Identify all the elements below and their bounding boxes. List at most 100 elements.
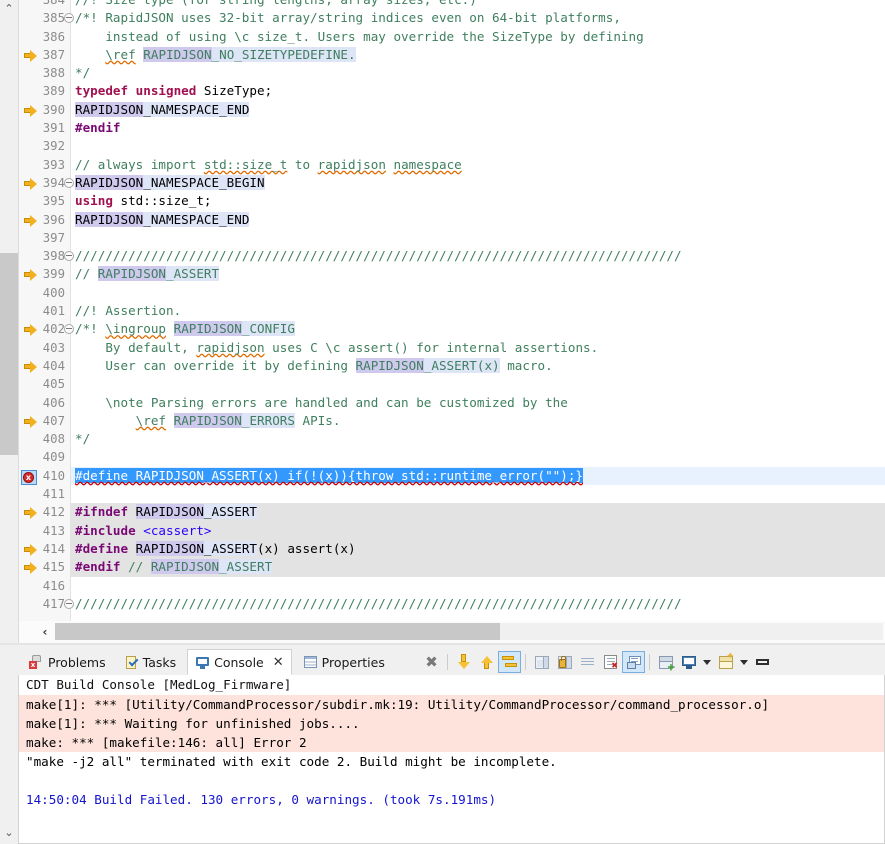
code-line[interactable]: 384 //! Size type (for string lengths, ar… — [19, 0, 885, 9]
line-gutter[interactable]: 386 — [19, 28, 71, 46]
line-gutter[interactable]: 389 — [19, 82, 71, 100]
close-icon[interactable]: ✕ — [273, 655, 284, 670]
line-gutter[interactable]: 384 — [19, 0, 71, 9]
line-gutter[interactable]: 415 — [19, 558, 71, 576]
line-gutter[interactable]: x 410 — [19, 467, 71, 485]
tab-problems[interactable]: Problems — [22, 649, 113, 675]
code-line[interactable]: 394 RAPIDJSON_NAMESPACE_BEGIN — [19, 174, 885, 192]
task-arrow-marker-icon[interactable] — [24, 359, 38, 373]
code-line[interactable]: x 410 #define RAPIDJSON_ASSERT(x) if(!(x))… — [19, 466, 885, 486]
tab-properties[interactable]: Properties — [296, 649, 392, 675]
line-gutter[interactable]: 391 — [19, 119, 71, 137]
new-console-view-button[interactable] — [654, 651, 677, 673]
task-arrow-marker-icon[interactable] — [24, 213, 38, 227]
pin-view-button[interactable] — [714, 651, 737, 673]
hscroll-thumb[interactable] — [55, 623, 500, 640]
line-gutter[interactable]: 409 — [19, 448, 71, 466]
line-gutter[interactable]: 408 — [19, 430, 71, 448]
code-line[interactable]: 393 // always import std::size_t to rapid… — [19, 156, 885, 174]
code-line[interactable]: 407 \ref RAPIDJSON_ERRORS APIs. — [19, 412, 885, 430]
open-console-dropdown[interactable] — [700, 651, 714, 673]
code-line[interactable]: 388 */ — [19, 64, 885, 82]
line-gutter[interactable]: 396 — [19, 211, 71, 229]
fold-toggle-icon[interactable] — [64, 324, 74, 335]
code-line[interactable]: 414 #define RAPIDJSON_ASSERT(x) assert(x) — [19, 539, 885, 559]
code-line[interactable]: 415 #endif // RAPIDJSON_ASSERT — [19, 558, 885, 577]
code-line[interactable]: 408 */ — [19, 430, 885, 448]
code-line[interactable]: 405 — [19, 375, 885, 393]
scroll-left-arrow-icon[interactable]: ‹ — [37, 624, 53, 640]
code-line[interactable]: 386 instead of using \c size_t. Users ma… — [19, 28, 885, 46]
task-arrow-marker-icon[interactable] — [24, 176, 38, 190]
task-arrow-marker-icon[interactable] — [24, 414, 38, 428]
line-gutter[interactable]: 397 — [19, 229, 71, 247]
scroll-up-chevron-icon[interactable]: ⌃ — [2, 2, 16, 16]
scroll-down-chevron-icon[interactable]: ⌄ — [2, 826, 16, 840]
clear-console-button[interactable]: ✖ — [599, 651, 622, 673]
code-line[interactable]: 403 By default, rapidjson uses C \c asse… — [19, 339, 885, 357]
overview-ruler[interactable] — [0, 253, 18, 455]
line-gutter[interactable]: 399 — [19, 265, 71, 283]
code-line[interactable]: 397 — [19, 229, 885, 247]
line-gutter[interactable]: 392 — [19, 137, 71, 155]
code-line[interactable]: 387 \ref RAPIDJSON_NO_SIZETYPEDEFINE. — [19, 46, 885, 64]
pin-view-dropdown[interactable] — [737, 651, 751, 673]
task-arrow-marker-icon[interactable] — [24, 542, 38, 556]
line-gutter[interactable]: 406 — [19, 394, 71, 412]
show-console-on-output-button[interactable] — [530, 651, 553, 673]
line-gutter[interactable]: 387 — [19, 46, 71, 64]
editor-text-area[interactable]: 384 //! Size type (for string lengths, ar… — [18, 0, 885, 621]
line-gutter[interactable]: 416 — [19, 577, 71, 595]
scroll-down-button[interactable] — [452, 651, 475, 673]
code-line[interactable]: 389 typedef unsigned SizeType; — [19, 82, 885, 100]
code-line[interactable]: 402 /*! \ingroup RAPIDJSON_CONFIG — [19, 320, 885, 338]
task-arrow-marker-icon[interactable] — [24, 505, 38, 520]
code-line[interactable]: 416 — [19, 577, 885, 595]
code-line[interactable]: 413 #include <cassert> — [19, 521, 885, 540]
scroll-lock-button[interactable] — [498, 651, 521, 673]
code-line[interactable]: 399 // RAPIDJSON_ASSERT — [19, 265, 885, 283]
code-line[interactable]: 396 RAPIDJSON_NAMESPACE_END — [19, 211, 885, 229]
task-arrow-marker-icon[interactable] — [24, 322, 38, 337]
fold-toggle-icon[interactable] — [64, 13, 74, 24]
line-gutter[interactable]: 414 — [19, 540, 71, 558]
minimize-view-button[interactable] — [751, 651, 774, 673]
code-line[interactable]: 411 — [19, 485, 885, 503]
code-line[interactable]: 404 User can override it by defining RAP… — [19, 357, 885, 375]
line-gutter[interactable]: 400 — [19, 284, 71, 302]
line-gutter[interactable]: 401 — [19, 302, 71, 320]
fold-toggle-icon[interactable] — [64, 177, 74, 188]
code-line[interactable]: 391 #endif — [19, 119, 885, 137]
line-gutter[interactable]: 390 — [19, 101, 71, 119]
line-gutter[interactable]: 411 — [19, 485, 71, 503]
tab-console[interactable]: Console ✕ — [187, 649, 292, 675]
code-line[interactable]: 390 RAPIDJSON_NAMESPACE_END — [19, 101, 885, 119]
error-marker-icon[interactable]: x — [21, 469, 37, 485]
display-selected-console-button[interactable] — [622, 651, 645, 673]
code-line[interactable]: 406 \note Parsing errors are handled and… — [19, 394, 885, 412]
line-gutter[interactable]: 388 — [19, 64, 71, 82]
console-output-area[interactable]: CDT Build Console [MedLog_Firmware] make… — [18, 675, 885, 844]
line-gutter[interactable]: 395 — [19, 192, 71, 210]
terminate-button[interactable]: ✖ — [420, 651, 443, 673]
line-gutter[interactable]: 407 — [19, 412, 71, 430]
code-line[interactable]: 401 //! Assertion. — [19, 302, 885, 320]
task-arrow-marker-icon[interactable] — [24, 103, 38, 117]
task-arrow-marker-icon[interactable] — [24, 48, 38, 62]
task-arrow-marker-icon[interactable] — [24, 267, 38, 282]
scroll-up-button[interactable] — [475, 651, 498, 673]
fold-toggle-icon[interactable] — [64, 251, 74, 262]
line-gutter[interactable]: 413 — [19, 522, 71, 540]
code-line[interactable]: 400 — [19, 284, 885, 302]
code-line[interactable]: 385 /*! RapidJSON uses 32-bit array/strin… — [19, 9, 885, 27]
code-line[interactable]: 392 — [19, 137, 885, 155]
tab-tasks[interactable]: Tasks — [117, 649, 184, 675]
line-gutter[interactable]: 412 — [19, 503, 71, 521]
line-gutter[interactable]: 404 — [19, 357, 71, 375]
fold-toggle-icon[interactable] — [64, 598, 74, 609]
task-arrow-marker-icon[interactable] — [24, 560, 38, 575]
code-line[interactable]: 412 #ifndef RAPIDJSON_ASSERT — [19, 503, 885, 522]
word-wrap-button[interactable] — [576, 651, 599, 673]
editor-horizontal-scrollbar[interactable]: ‹ — [18, 621, 885, 643]
code-line[interactable]: 398 /////////////////////////////////////… — [19, 247, 885, 265]
